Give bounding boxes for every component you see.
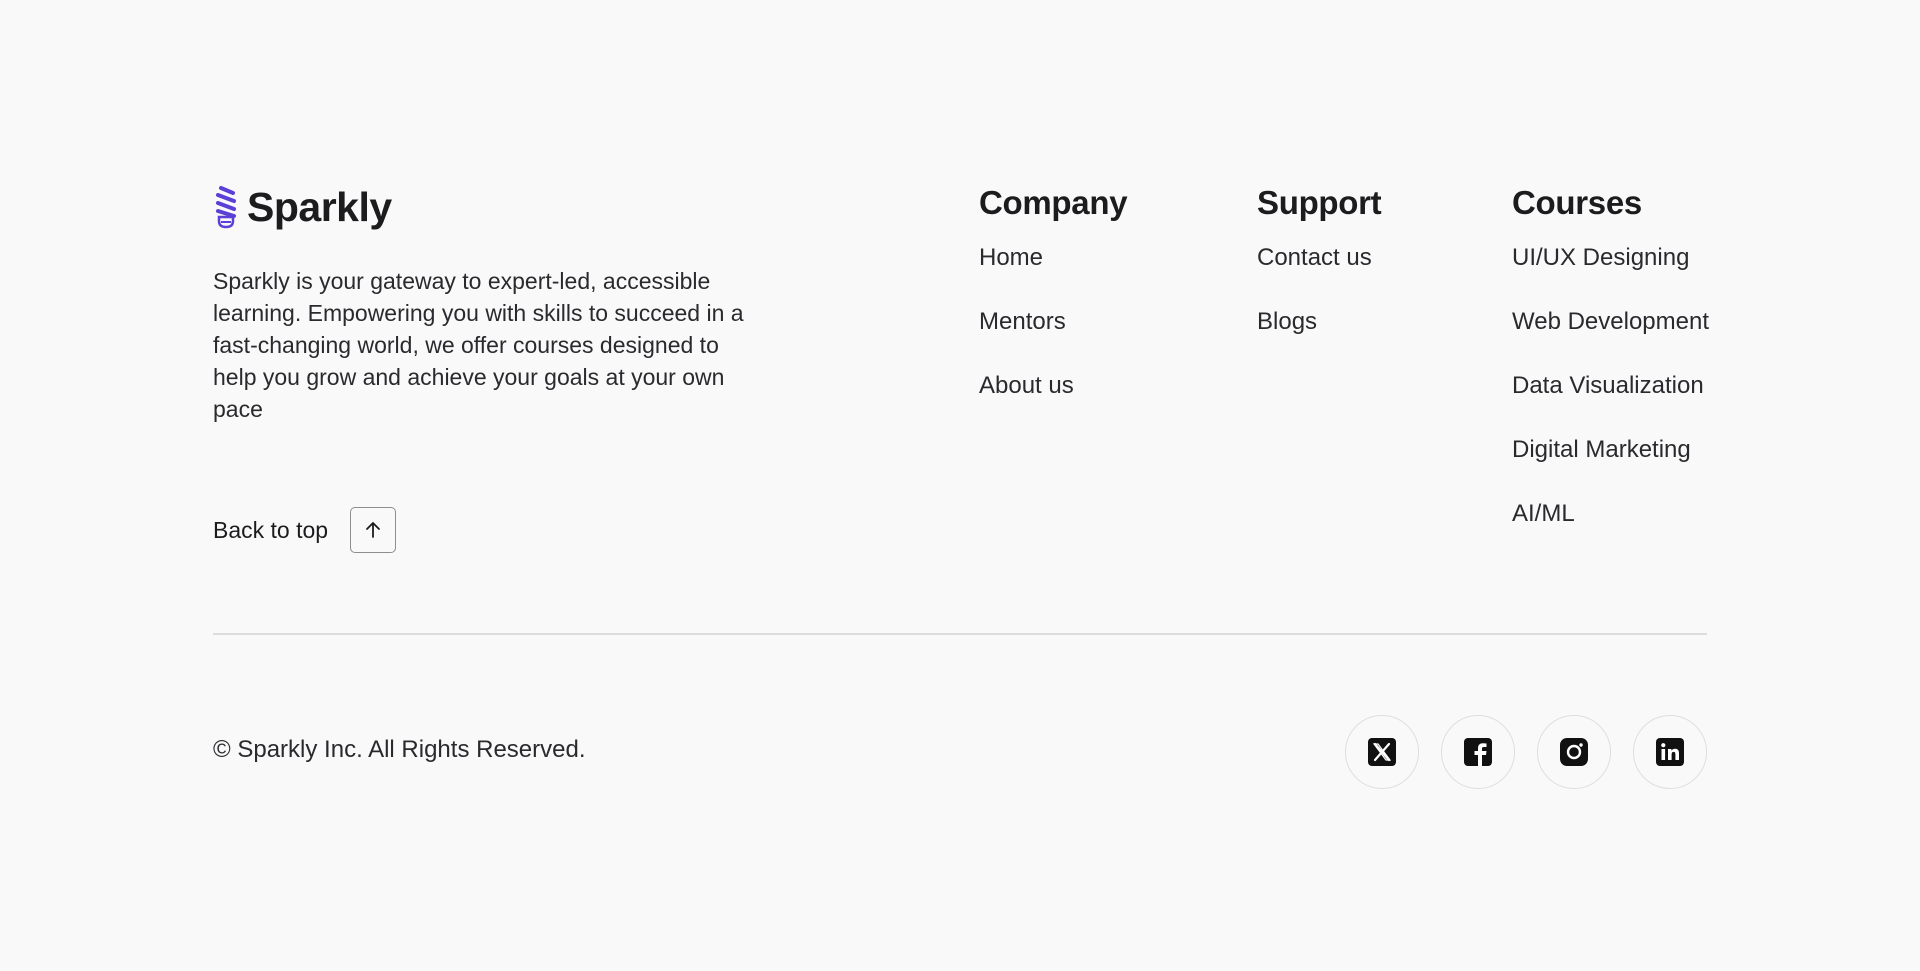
brand-description: Sparkly is your gateway to expert-led, a… [213,268,744,422]
column-title-company: Company [979,184,1128,221]
social-facebook-button[interactable] [1441,715,1515,789]
social-x-button[interactable] [1345,715,1419,789]
brand-name: Sparkly [247,184,392,230]
social-linkedin-button[interactable] [1633,715,1707,789]
footer-link-contact-us[interactable]: Contact us [1257,242,1381,274]
x-twitter-icon [1368,738,1396,766]
footer-column-courses: Courses UI/UX Designing Web Development … [1512,180,1709,562]
footer-link-ui-ux-designing[interactable]: UI/UX Designing [1512,242,1709,274]
footer-link-about-us[interactable]: About us [979,370,1127,402]
column-title-support: Support [1257,184,1382,221]
facebook-icon [1464,738,1492,766]
social-instagram-button[interactable] [1537,715,1611,789]
linkedin-icon [1656,738,1684,766]
copyright-text: © Sparkly Inc. All Rights Reserved. [213,736,586,763]
instagram-icon [1560,738,1588,766]
social-links [1345,715,1707,789]
brand[interactable]: Sparkly [213,184,392,231]
footer-link-home[interactable]: Home [979,242,1127,274]
back-to-top-button[interactable] [350,507,397,553]
footer-link-digital-marketing[interactable]: Digital Marketing [1512,434,1709,466]
back-to-top-label[interactable]: Back to top [213,517,328,544]
lightbulb-logo-icon [216,186,236,229]
footer-column-support: Support Contact us Blogs [1257,180,1382,370]
footer-column-company: Company Home Mentors About us [979,180,1128,434]
footer-link-blogs[interactable]: Blogs [1257,306,1381,338]
footer-link-web-development[interactable]: Web Development [1512,306,1709,338]
footer-link-mentors[interactable]: Mentors [979,306,1127,338]
arrow-up-icon [366,522,380,538]
site-footer: Sparkly Sparkly is your gateway to exper… [213,0,1709,971]
column-title-courses: Courses [1512,184,1642,221]
footer-link-data-visualization[interactable]: Data Visualization [1512,370,1709,402]
footer-divider [213,633,1707,635]
footer-link-ai-ml[interactable]: AI/ML [1512,498,1709,530]
back-to-top: Back to top [213,507,397,553]
